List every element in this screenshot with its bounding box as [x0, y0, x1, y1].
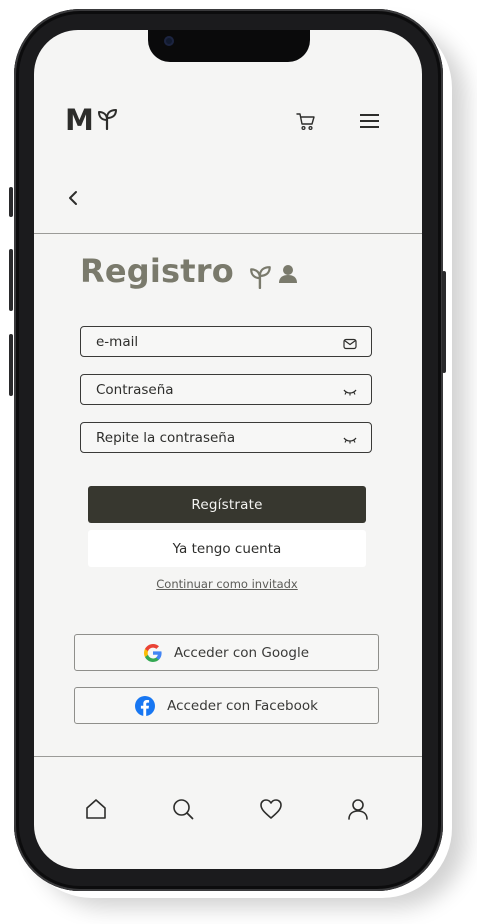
have-account-button[interactable]: Ya tengo cuenta: [88, 530, 366, 567]
facebook-login-button[interactable]: Acceder con Facebook: [74, 687, 379, 724]
repeat-password-field[interactable]: [80, 422, 372, 453]
cart-icon[interactable]: [296, 111, 316, 135]
home-icon[interactable]: [85, 798, 107, 824]
search-icon[interactable]: [172, 798, 194, 824]
user-icon: [278, 264, 298, 288]
password-field[interactable]: [80, 374, 372, 405]
volume-down-button: [9, 334, 13, 396]
repeat-password-input[interactable]: [81, 423, 336, 452]
facebook-icon: [135, 695, 156, 716]
google-login-label: Acceder con Google: [174, 644, 309, 661]
mute-switch: [9, 187, 13, 217]
notch: [148, 30, 310, 62]
phone-screen: M Registro e-mail Regístrate Ya tengo cu…: [34, 30, 422, 869]
chevron-left-icon[interactable]: [67, 188, 81, 212]
google-login-button[interactable]: Acceder con Google: [74, 634, 379, 671]
eye-closed-icon[interactable]: [343, 383, 357, 402]
front-camera: [164, 36, 174, 46]
volume-up-button: [9, 249, 13, 311]
logo-text: M: [65, 103, 94, 137]
sprout-icon: [249, 265, 273, 293]
email-input[interactable]: [81, 327, 336, 356]
header-divider: [34, 233, 422, 234]
hamburger-icon[interactable]: [360, 113, 380, 133]
bottom-nav-divider: [34, 756, 422, 757]
power-button: [442, 271, 446, 373]
envelope-icon: [343, 335, 357, 354]
sprout-icon: [97, 108, 119, 134]
google-icon: [144, 643, 162, 662]
facebook-login-label: Acceder con Facebook: [167, 697, 318, 714]
logo[interactable]: M: [65, 103, 119, 137]
email-field[interactable]: [80, 326, 372, 357]
password-input[interactable]: [81, 375, 336, 404]
register-button[interactable]: Regístrate: [88, 486, 366, 523]
heart-icon[interactable]: [259, 798, 283, 824]
eye-closed-icon[interactable]: [343, 431, 357, 450]
continue-as-guest-link[interactable]: Continuar como invitadx: [34, 577, 420, 591]
page-title: Registro: [80, 252, 234, 290]
user-icon[interactable]: [347, 798, 369, 824]
